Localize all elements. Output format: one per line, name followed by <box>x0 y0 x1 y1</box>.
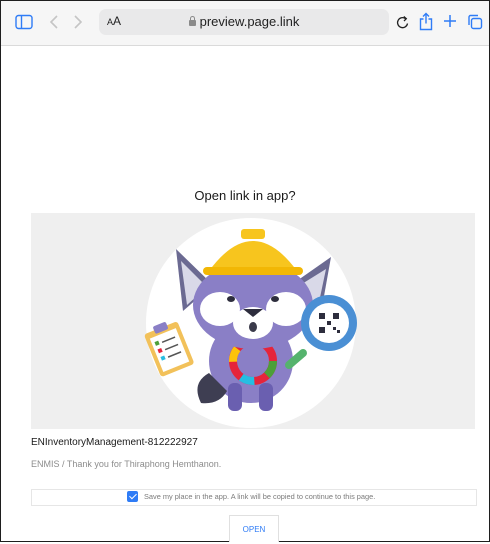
save-place-row[interactable]: Save my place in the app. A link will be… <box>31 489 477 506</box>
back-icon[interactable] <box>49 14 59 35</box>
browser-toolbar: AA preview.page.link <box>1 1 489 46</box>
new-tab-icon[interactable] <box>443 14 457 33</box>
app-name: ENInventoryManagement-812222927 <box>31 437 198 448</box>
share-icon[interactable] <box>419 12 433 36</box>
tabs-icon[interactable] <box>467 14 483 35</box>
address-bar[interactable]: AA preview.page.link <box>99 9 389 35</box>
prompt-title: Open link in app? <box>194 188 296 203</box>
url-display: preview.page.link <box>99 14 389 29</box>
app-description: ENMIS / Thank you for Thiraphong Hemthan… <box>31 459 222 469</box>
lock-icon <box>188 16 196 26</box>
browser-window: AA preview.page.link Open link in app? E… <box>0 0 490 542</box>
mascot-illustration <box>144 218 357 428</box>
url-text: preview.page.link <box>199 14 300 29</box>
forward-icon[interactable] <box>73 14 83 35</box>
open-button[interactable]: OPEN <box>229 515 279 542</box>
save-place-label: Save my place in the app. A link will be… <box>144 492 376 501</box>
app-preview-image <box>31 213 475 429</box>
save-place-checkbox[interactable] <box>127 491 138 502</box>
reload-icon[interactable] <box>396 15 410 35</box>
sidebar-icon[interactable] <box>15 14 33 35</box>
